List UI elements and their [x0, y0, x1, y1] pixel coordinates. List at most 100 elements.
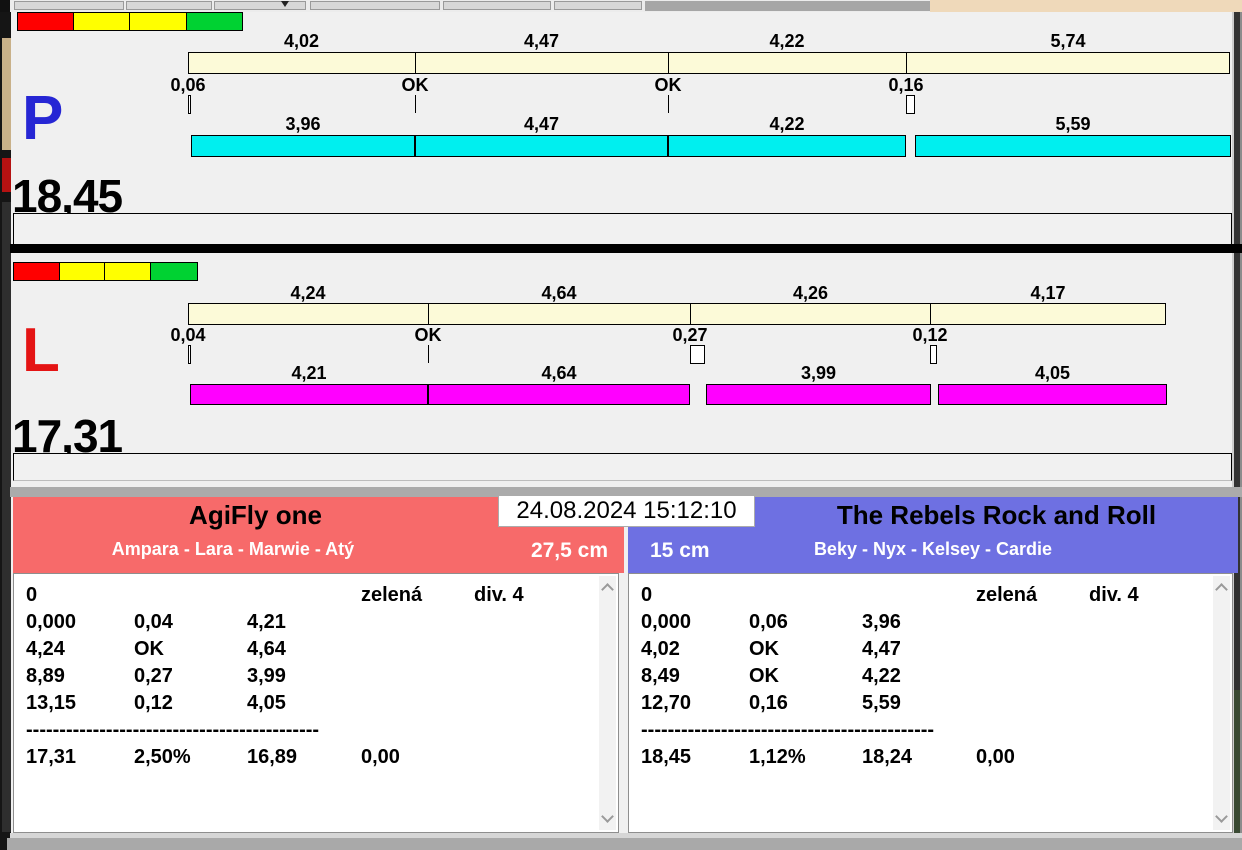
traffic-lights-l	[13, 262, 198, 281]
separator-dashes: ----------------------------------------…	[641, 719, 935, 741]
vertical-scrollbar[interactable]	[599, 576, 616, 830]
relay-timing-app-window: P 18,45 L 17,31 AgiFly one Ampara - Lara…	[0, 0, 1242, 850]
changeover-label: 0,06	[170, 75, 206, 95]
empty-lane-strip-l	[13, 453, 1232, 481]
split-bar-divider	[668, 53, 669, 73]
result-textarea-right[interactable]: 0 zelená div. 4 0,000 0,06 3,96 4,02 OK 4,47 8,49…	[628, 573, 1233, 833]
team-name-right: The Rebels Rock and Roll	[836, 500, 1157, 530]
total-cell: 16,89	[247, 746, 298, 768]
team-members-right: Beky - Nyx - Kelsey - Cardie	[813, 539, 1053, 559]
jump-height-right: 15 cm	[650, 539, 710, 562]
run-time-label: 3,99	[800, 363, 837, 383]
empty-lane-strip-p	[13, 213, 1232, 244]
changeover-loss-box	[930, 345, 937, 364]
changeover-label: 0,16	[888, 75, 924, 95]
background-window-corner	[0, 838, 7, 850]
result-cell: 4,22	[862, 665, 901, 687]
background-toolbar-segment	[14, 1, 124, 10]
run-bar-segment-l	[706, 384, 931, 405]
result-cell: 0,12	[134, 692, 173, 714]
result-cell: OK	[749, 638, 779, 660]
result-cell: 8,89	[26, 665, 65, 687]
division-value: div. 4	[474, 584, 524, 606]
result-cell: OK	[749, 665, 779, 687]
traffic-light-segment	[18, 13, 74, 30]
run-time-label: 4,47	[523, 114, 560, 134]
changeover-loss-box	[906, 95, 915, 114]
run-time-label: 5,59	[1055, 114, 1091, 134]
panel-separator-line	[10, 244, 1242, 253]
total-cell: 0,00	[361, 746, 400, 768]
result-cell: 13,15	[26, 692, 77, 714]
result-cell: 0,000	[641, 611, 692, 633]
changeover-ok-tick	[428, 345, 429, 363]
run-time-label: 4,05	[1034, 363, 1071, 383]
background-toolbar-fill	[645, 1, 930, 11]
result-cell: 4,47	[862, 638, 901, 660]
top-strip-left-edge	[0, 0, 10, 12]
background-window-edge-left	[0, 12, 11, 838]
split-time-label: 4,17	[1030, 283, 1066, 303]
scroll-down-icon[interactable]	[601, 810, 614, 823]
scroll-up-icon[interactable]	[1215, 583, 1228, 596]
bottom-gray-bar	[0, 838, 1242, 850]
result-cell: 12,70	[641, 692, 692, 714]
run-bar-segment-p	[191, 135, 415, 157]
result-cell: 5,59	[862, 692, 901, 714]
start-value: 0	[641, 584, 653, 606]
background-fragment	[2, 158, 11, 192]
result-cell: 4,02	[641, 638, 680, 660]
split-bar-divider	[906, 53, 907, 73]
total-cell: 0,00	[976, 746, 1015, 768]
start-value: 0	[26, 584, 38, 606]
changeover-ok-tick	[415, 95, 416, 113]
run-bar-segment-p	[668, 135, 906, 157]
background-toolbar-segment	[214, 1, 306, 10]
traffic-light-segment	[150, 263, 197, 280]
result-textarea-left[interactable]: 0 zelená div. 4 0,000 0,04 4,21 4,24 OK 4,64 8,89…	[13, 573, 619, 833]
split-time-label: 4,47	[523, 31, 560, 51]
background-fragment	[2, 202, 11, 832]
total-cell: 17,31	[26, 746, 77, 768]
jump-height-left: 27,5 cm	[530, 539, 608, 562]
status-value: zelená	[361, 584, 423, 606]
run-time-label: 4,64	[541, 363, 577, 383]
split-time-label: 4,02	[283, 31, 320, 51]
split-time-label: 5,74	[1050, 31, 1086, 51]
result-cell: 3,96	[862, 611, 901, 633]
team-total-time-l: 17,31	[12, 410, 123, 462]
datetime-display: 24.08.2024 15:12:10	[498, 495, 755, 527]
course-letter-l: L	[22, 316, 60, 385]
traffic-light-segment	[59, 263, 105, 280]
scroll-up-icon[interactable]	[601, 583, 614, 596]
run-bar-segment-l	[938, 384, 1167, 405]
division-value: div. 4	[1089, 584, 1139, 606]
traffic-light-segment	[105, 263, 151, 280]
result-cell: 3,99	[247, 665, 286, 687]
traffic-light-segment	[186, 13, 242, 30]
result-cell: 8,49	[641, 665, 680, 687]
result-cell: 0,000	[26, 611, 77, 633]
scroll-down-icon[interactable]	[1215, 810, 1228, 823]
result-cell: 0,16	[749, 692, 788, 714]
run-bar-segment-l	[190, 384, 428, 405]
team-name-left: AgiFly one	[189, 500, 322, 530]
result-cell: 4,24	[26, 638, 65, 660]
result-cell: 4,21	[247, 611, 286, 633]
changeover-label: OK	[414, 325, 442, 345]
team-members-left: Ampara - Lara - Marwie - Atý	[111, 539, 355, 559]
result-cell: 4,64	[247, 638, 286, 660]
background-toolbar-segment	[443, 1, 551, 10]
split-time-label: 4,26	[792, 283, 829, 303]
vertical-scrollbar[interactable]	[1213, 576, 1230, 830]
separator-dashes: ----------------------------------------…	[26, 719, 320, 741]
split-bar-divider	[690, 304, 691, 324]
background-window-fragment	[930, 0, 1242, 12]
total-cell: 18,24	[862, 746, 913, 768]
result-cell: 0,04	[134, 611, 173, 633]
total-cell: 18,45	[641, 746, 692, 768]
team-total-time-p: 18,45	[12, 170, 123, 222]
run-bar-segment-p	[415, 135, 668, 157]
course-letter-p: P	[22, 84, 64, 153]
background-toolbar-segment	[126, 1, 212, 10]
